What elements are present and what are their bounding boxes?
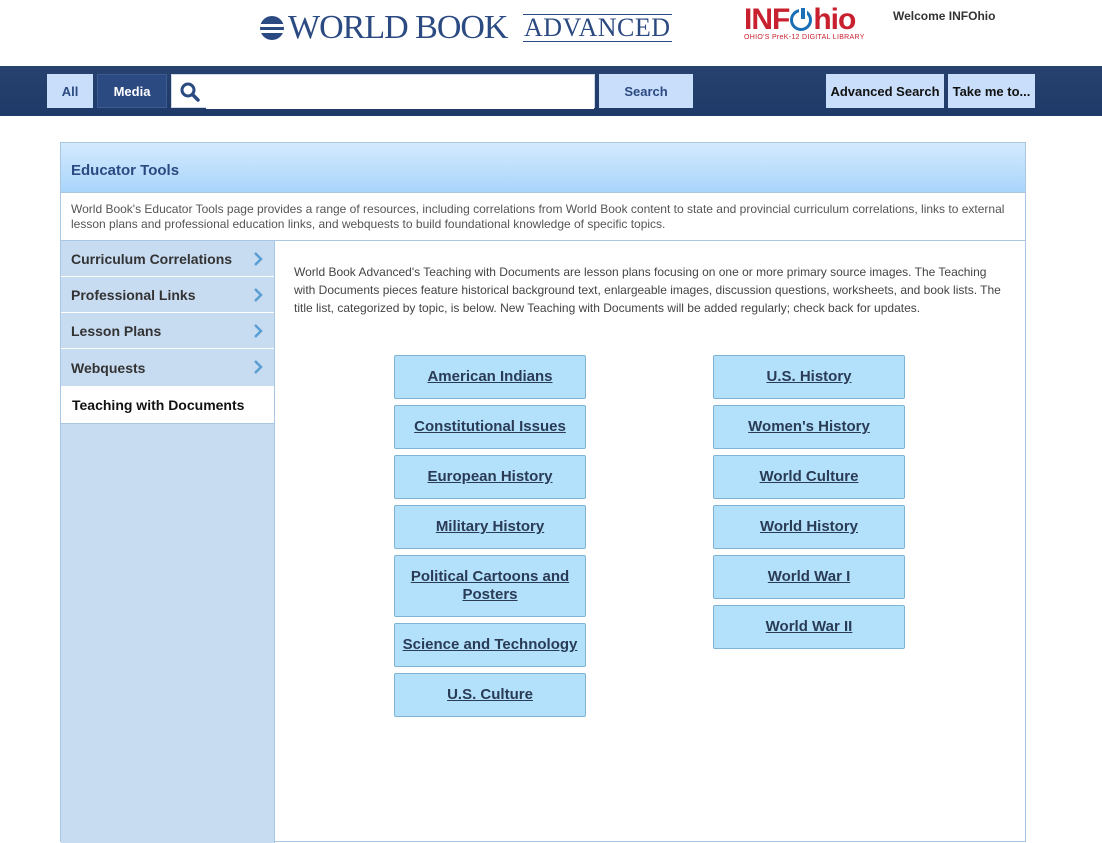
chevron-right-icon bbox=[254, 288, 263, 302]
worldbook-logo[interactable]: WORLD BOOK bbox=[260, 9, 508, 46]
power-icon bbox=[790, 8, 813, 31]
search-button[interactable]: Search bbox=[599, 74, 693, 108]
media-tab-button[interactable]: Media bbox=[97, 74, 167, 108]
infohio-logo-text-left: INF bbox=[744, 3, 790, 36]
all-tab-button[interactable]: All bbox=[47, 74, 93, 108]
sidebar-item-label: Teaching with Documents bbox=[72, 397, 245, 413]
topic-link-world-war-i[interactable]: World War I bbox=[713, 555, 905, 599]
advanced-search-button[interactable]: Advanced Search bbox=[826, 74, 944, 108]
search-input[interactable] bbox=[206, 75, 594, 109]
infohio-logo[interactable]: INF hio OHIO'S PreK-12 DIGITAL LIBRARY bbox=[744, 4, 886, 44]
intro-text: World Book Advanced's Teaching with Docu… bbox=[294, 265, 1001, 315]
infohio-tagline: OHIO'S PreK-12 DIGITAL LIBRARY bbox=[744, 34, 865, 41]
sidebar-item-label: Webquests bbox=[71, 359, 146, 376]
topic-link-womens-history[interactable]: Women's History bbox=[713, 405, 905, 449]
search-field[interactable] bbox=[171, 74, 595, 109]
page-title: Educator Tools bbox=[71, 162, 180, 179]
sidebar-item-curriculum-correlations[interactable]: Curriculum Correlations bbox=[61, 241, 274, 277]
worldbook-globe-icon bbox=[260, 16, 284, 40]
site-header: WORLD BOOK ADVANCED INF hio OHIO'S PreK-1… bbox=[0, 0, 1102, 66]
topic-link-science-and-technology[interactable]: Science and Technology bbox=[394, 623, 586, 667]
chevron-right-icon bbox=[254, 360, 263, 374]
take-me-to-button[interactable]: Take me to... bbox=[948, 74, 1035, 108]
sidebar-item-label: Lesson Plans bbox=[71, 322, 162, 339]
worldbook-edition: ADVANCED bbox=[523, 13, 672, 42]
search-icon bbox=[180, 82, 200, 102]
educator-tools-panel: Educator Tools World Book's Educator Too… bbox=[60, 142, 1026, 843]
topic-link-world-war-ii[interactable]: World War II bbox=[713, 605, 905, 649]
topic-link-military-history[interactable]: Military History bbox=[394, 505, 586, 549]
sidebar: Curriculum Correlations Professional Lin… bbox=[61, 241, 275, 843]
sidebar-item-teaching-with-documents[interactable]: Teaching with Documents bbox=[61, 387, 274, 424]
infohio-logo-text-right: hio bbox=[813, 3, 856, 36]
sidebar-item-lesson-plans[interactable]: Lesson Plans bbox=[61, 313, 274, 349]
welcome-text: Welcome INFOhio bbox=[893, 9, 996, 23]
topic-link-us-history[interactable]: U.S. History bbox=[713, 355, 905, 399]
topic-link-political-cartoons-and-posters[interactable]: Political Cartoons and Posters bbox=[394, 555, 586, 617]
sidebar-item-label: Professional Links bbox=[71, 286, 196, 303]
chevron-right-icon bbox=[254, 324, 263, 338]
sidebar-item-webquests[interactable]: Webquests bbox=[61, 349, 274, 387]
topic-link-constitutional-issues[interactable]: Constitutional Issues bbox=[394, 405, 586, 449]
panel-description: World Book's Educator Tools page provide… bbox=[71, 202, 1005, 231]
topic-link-american-indians[interactable]: American Indians bbox=[394, 355, 586, 399]
topic-link-us-culture[interactable]: U.S. Culture bbox=[394, 673, 586, 717]
chevron-right-icon bbox=[254, 252, 263, 266]
topic-link-european-history[interactable]: European History bbox=[394, 455, 586, 499]
worldbook-logo-text: WORLD BOOK bbox=[288, 9, 508, 46]
sidebar-item-label: Curriculum Correlations bbox=[71, 250, 233, 267]
topic-link-world-history[interactable]: World History bbox=[713, 505, 905, 549]
search-bar: All Media Search Advanced Search Take me… bbox=[0, 66, 1102, 116]
sidebar-item-professional-links[interactable]: Professional Links bbox=[61, 277, 274, 313]
panel-header: Educator Tools bbox=[61, 143, 1025, 193]
topic-link-world-culture[interactable]: World Culture bbox=[713, 455, 905, 499]
